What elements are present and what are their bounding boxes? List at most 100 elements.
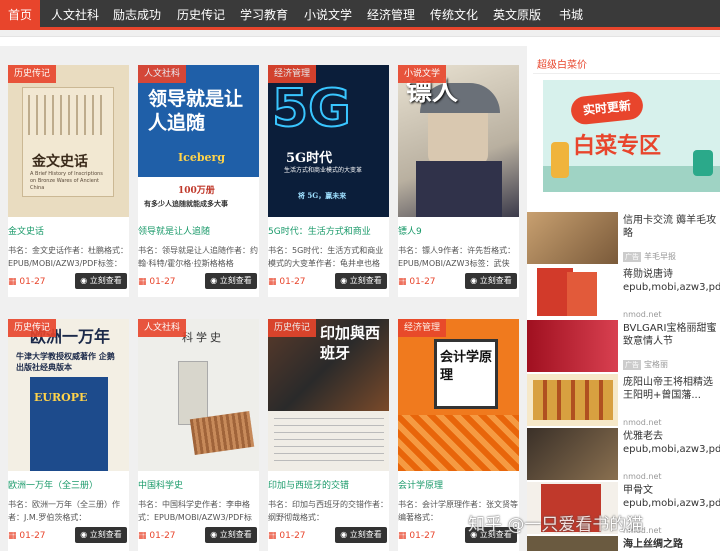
- book-description: 书名：镖人9作者：许先哲格式：EPUB/MOBI/AZW3标签：武侠: [398, 246, 516, 268]
- book-card[interactable]: 印加與西班牙 历史传记 印加与西班牙的交错 书名：印加与西班牙的交错作者：纲野彻…: [268, 319, 389, 551]
- book-cover[interactable]: 印加與西班牙 历史传记: [268, 319, 389, 471]
- sidebar-item[interactable]: 庞阳山帝王将相精选 王阳明+曾国藩... nmod.net: [527, 374, 720, 430]
- book-title-link[interactable]: 中国科学史: [138, 478, 259, 491]
- sidebar-item[interactable]: 蒋勋说唐诗 epub,mobi,azw3,pdf nmod.net: [527, 266, 720, 322]
- view-now-button[interactable]: ◉ 立刻查看: [75, 527, 127, 543]
- promo-banner[interactable]: 实时更新 白菜专区: [543, 80, 720, 192]
- nav-education[interactable]: 学习教育: [237, 0, 291, 30]
- calendar-icon: ▦: [268, 531, 280, 541]
- category-badge: 人文社科: [138, 65, 187, 83]
- book-card[interactable]: 5G 5G时代 生活方式和商业模式的大变革 将 5G，赢未来 经济管理 5G时代…: [268, 65, 389, 297]
- banner-line2: 白菜专区: [573, 134, 662, 159]
- cover-subtitle-text: 生活方式和商业模式的大变革: [284, 167, 363, 174]
- calendar-icon: ▦: [398, 531, 410, 541]
- book-cover[interactable]: 会计学原理 经济管理: [398, 319, 519, 471]
- book-title-link[interactable]: 镖人9: [398, 224, 519, 237]
- book-cover[interactable]: 领导就是让人追随 Iceberg 100万册 有多少人追随就能成多大事 人文社科: [138, 65, 259, 217]
- nav-bookstore[interactable]: 书城: [553, 0, 589, 30]
- book-cover[interactable]: 欧洲一万年 牛津大学教授权威著作 企鹅出版社经典版本 EUROPE 历史传记: [8, 319, 129, 471]
- sidebar-item-text[interactable]: BVLGARI宝格丽甜蜜致意情人节: [623, 322, 720, 348]
- category-badge: 历史传记: [8, 65, 57, 83]
- sidebar-thumb[interactable]: [527, 536, 618, 551]
- sidebar-thumb[interactable]: [527, 320, 618, 372]
- book-cover[interactable]: 镖人 小说文学: [398, 65, 519, 217]
- book-cover[interactable]: 科学史 人文社科: [138, 319, 259, 471]
- nav-humanities[interactable]: 人文社科: [48, 0, 102, 30]
- date-text: 01-27: [149, 277, 176, 287]
- book-title-link[interactable]: 印加与西班牙的交错: [268, 478, 389, 491]
- sidebar-title: 超级白菜价: [537, 60, 587, 71]
- cover-title-text: 领导就是让人追随: [148, 88, 244, 134]
- book-date: ▦ 01-27: [268, 275, 306, 289]
- sidebar-item-text[interactable]: 庞阳山帝王将相精选 王阳明+曾国藩...: [623, 376, 720, 402]
- sidebar-item-text[interactable]: 海上丝绸之路: [623, 538, 720, 551]
- cover-tag-text: 将 5G，赢未来: [298, 191, 347, 200]
- nav-history[interactable]: 历史传记: [174, 0, 228, 30]
- eye-icon: ◉: [210, 276, 220, 285]
- nav-english[interactable]: 英文原版: [490, 0, 544, 30]
- sidebar-item[interactable]: 海上丝绸之路: [527, 536, 720, 551]
- ad-tag: 广告: [623, 252, 641, 262]
- book-description: 书名：领导就是让人追随作者：约翰·科特/霍尔格·拉斯格格格: [138, 246, 258, 268]
- sidebar-thumb[interactable]: [527, 374, 618, 426]
- nav-culture[interactable]: 传统文化: [427, 0, 481, 30]
- eye-icon: ◉: [80, 530, 90, 539]
- sidebar-item-text[interactable]: 甲骨文 epub,mobi,azw3,pdf: [623, 484, 720, 510]
- book-title-link[interactable]: 会计学原理: [398, 478, 519, 491]
- nav-fiction[interactable]: 小说文学: [301, 0, 355, 30]
- book-card[interactable]: 科学史 人文社科 中国科学史 书名：中国科学史作者：李申格式：EPUB/MOBI…: [138, 319, 259, 551]
- book-title-link[interactable]: 欧洲一万年（全三册）: [8, 478, 129, 491]
- category-badge: 历史传记: [268, 319, 317, 337]
- sidebar-item[interactable]: BVLGARI宝格丽甜蜜致意情人节 广告 宝格丽: [527, 320, 720, 376]
- book-card[interactable]: 金文史话 A Brief History of Inscriptions on …: [8, 65, 129, 297]
- book-date: ▦ 01-27: [8, 529, 46, 543]
- cover-title-text: 金文史话: [32, 154, 88, 170]
- cover-subtitle-text: Iceberg: [178, 151, 226, 164]
- book-card[interactable]: 镖人 小说文学 镖人9 书名：镖人9作者：许先哲格式：EPUB/MOBI/AZW…: [398, 65, 519, 297]
- view-now-button[interactable]: ◉ 立刻查看: [335, 273, 387, 289]
- book-description: 书名：5G时代：生活方式和商业模式的大变革作者：龟井卓也格: [268, 246, 384, 268]
- view-now-label: 立刻查看: [89, 276, 122, 285]
- nav-economics[interactable]: 经济管理: [364, 0, 418, 30]
- sidebar-thumb[interactable]: [527, 266, 618, 318]
- sidebar-item[interactable]: 信用卡交流 薅羊毛攻略 广告 羊毛早报: [527, 212, 720, 268]
- view-now-button[interactable]: ◉ 立刻查看: [335, 527, 387, 543]
- view-now-button[interactable]: ◉ 立刻查看: [205, 527, 257, 543]
- sidebar-item-text[interactable]: 信用卡交流 薅羊毛攻略: [623, 214, 720, 240]
- sidebar-item-text[interactable]: 优雅老去 epub,mobi,azw3,pdf: [623, 430, 720, 456]
- book-cover[interactable]: 5G 5G时代 生活方式和商业模式的大变革 将 5G，赢未来 经济管理: [268, 65, 389, 217]
- view-now-button[interactable]: ◉ 立刻查看: [465, 273, 517, 289]
- sidebar-item-text[interactable]: 蒋勋说唐诗 epub,mobi,azw3,pdf: [623, 268, 720, 294]
- book-description: 书名：印加与西班牙的交错作者：纲野彻哉格式：: [268, 500, 388, 522]
- sidebar-thumb[interactable]: [527, 212, 618, 264]
- banner-line1: 实时更新: [569, 90, 645, 126]
- date-text: 01-27: [279, 531, 306, 541]
- cover-title-text: 会计学原理: [440, 350, 493, 383]
- cover-subtitle-text: A Brief History of Inscriptions on Bronz…: [30, 171, 103, 191]
- content-top-strip: [0, 36, 720, 46]
- book-card[interactable]: 欧洲一万年 牛津大学教授权威著作 企鹅出版社经典版本 EUROPE 历史传记 欧…: [8, 319, 129, 551]
- category-badge: 小说文学: [398, 65, 447, 83]
- nav-motivation[interactable]: 励志成功: [110, 0, 164, 30]
- view-now-label: 立刻查看: [89, 530, 122, 539]
- sidebar-thumb[interactable]: [527, 428, 618, 480]
- book-title-link[interactable]: 领导就是让人追随: [138, 224, 259, 237]
- eye-icon: ◉: [470, 276, 480, 285]
- book-description: 书名：中国科学史作者：李申格式：EPUB/MOBI/AZW3/PDF标: [138, 500, 252, 522]
- book-date: ▦ 01-27: [398, 529, 436, 543]
- view-now-button[interactable]: ◉ 立刻查看: [75, 273, 127, 289]
- view-now-label: 立刻查看: [349, 530, 382, 539]
- book-cover[interactable]: 金文史话 A Brief History of Inscriptions on …: [8, 65, 129, 217]
- nav-home[interactable]: 首页: [0, 0, 40, 30]
- view-now-button[interactable]: ◉ 立刻查看: [205, 273, 257, 289]
- book-title-link[interactable]: 5G时代：生活方式和商业: [268, 224, 389, 237]
- watermark: 知乎 @一只爱看书的猫: [468, 515, 644, 535]
- book-card[interactable]: 领导就是让人追随 Iceberg 100万册 有多少人追随就能成多大事 人文社科…: [138, 65, 259, 297]
- sidebar-item[interactable]: 优雅老去 epub,mobi,azw3,pdf nmod.net: [527, 428, 720, 484]
- source-text: 宝格丽: [644, 360, 668, 369]
- book-title-link[interactable]: 金文史话: [8, 224, 129, 237]
- cover-title-text: 5G时代: [286, 151, 333, 166]
- category-badge: 经济管理: [398, 319, 447, 337]
- calendar-icon: ▦: [138, 277, 150, 287]
- calendar-icon: ▦: [268, 277, 280, 287]
